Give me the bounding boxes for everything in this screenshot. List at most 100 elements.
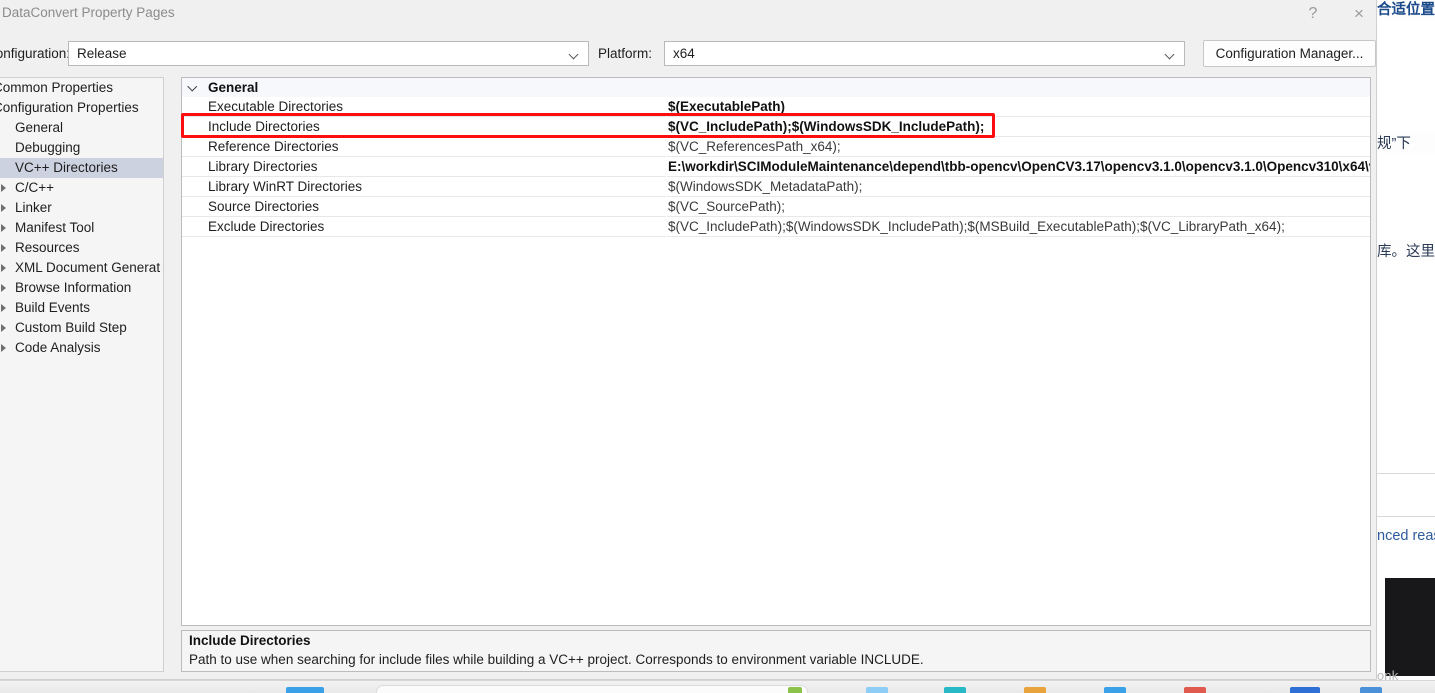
taskbar-icon-app-8[interactable] xyxy=(1360,687,1382,693)
grid-row-value[interactable]: $(VC_SourcePath); xyxy=(668,197,1370,216)
background-dark-block xyxy=(1385,578,1435,676)
tree-item-label: General xyxy=(15,118,63,138)
background-divider xyxy=(1377,516,1435,517)
grid-row[interactable]: Exclude Directories $(VC_IncludePath);$(W… xyxy=(182,217,1370,237)
tree-item-label: Custom Build Step xyxy=(15,318,127,338)
taskbar xyxy=(0,680,1435,693)
tree-item-label: Code Analysis xyxy=(15,338,101,358)
grid-row[interactable]: Source Directories $(VC_SourcePath); xyxy=(182,197,1370,217)
chevron-right-icon[interactable] xyxy=(1,284,6,292)
taskbar-icon-app-3[interactable] xyxy=(944,687,966,693)
tree-item-browse-information[interactable]: Browse Information xyxy=(0,278,163,298)
grid-category-label: General xyxy=(208,78,258,97)
grid-row[interactable]: Executable Directories $(ExecutablePath) xyxy=(182,97,1370,117)
tree-item-label: Linker xyxy=(15,198,52,218)
tree-item-manifest-tool[interactable]: Manifest Tool xyxy=(0,218,163,238)
grid-column-splitter[interactable] xyxy=(666,97,667,247)
tree-item-resources[interactable]: Resources xyxy=(0,238,163,258)
tree-item-configuration-properties[interactable]: Configuration Properties xyxy=(0,98,163,118)
tree-item-label: C/C++ xyxy=(15,178,54,198)
tree-item-linker[interactable]: Linker xyxy=(0,198,163,218)
grid-row-name: Exclude Directories xyxy=(208,217,324,236)
tree-item-label: Manifest Tool xyxy=(15,218,94,238)
close-icon[interactable]: × xyxy=(1337,0,1381,29)
tree-item-label: Resources xyxy=(15,238,80,258)
grid-category-general[interactable]: General xyxy=(182,78,1370,97)
configuration-label: Configuration: xyxy=(0,46,70,61)
platform-dropdown[interactable]: x64 xyxy=(664,41,1185,66)
chevron-right-icon[interactable] xyxy=(1,204,6,212)
configuration-bar: Configuration: Release Platform: x64 Con… xyxy=(0,35,1376,71)
grid-row-name: Executable Directories xyxy=(208,97,343,116)
grid-row-value[interactable]: $(VC_IncludePath);$(WindowsSDK_IncludePa… xyxy=(668,117,1370,136)
taskbar-search-box[interactable] xyxy=(376,685,808,693)
platform-label: Platform: xyxy=(598,46,652,61)
grid-row[interactable]: Library WinRT Directories $(WindowsSDK_Me… xyxy=(182,177,1370,197)
tree-item-code-analysis[interactable]: Code Analysis xyxy=(0,338,163,358)
description-title: Include Directories xyxy=(189,633,311,648)
background-text-line: 规”下 xyxy=(1377,132,1435,153)
chevron-right-icon[interactable] xyxy=(1,324,6,332)
tree-item-label: VC++ Directories xyxy=(15,158,118,178)
chevron-down-icon xyxy=(570,51,579,60)
property-pages-dialog: DataConvert Property Pages ? × Configura… xyxy=(0,0,1377,680)
tree-item-build-events[interactable]: Build Events xyxy=(0,298,163,318)
background-text-line: nced reaso xyxy=(1377,528,1435,544)
background-text-line: 合适位置 xyxy=(1377,0,1435,19)
chevron-right-icon[interactable] xyxy=(1,244,6,252)
tree-item-label: XML Document Generat xyxy=(15,258,160,278)
chevron-right-icon[interactable] xyxy=(1,264,6,272)
taskbar-icon-app-6[interactable] xyxy=(1184,687,1206,693)
taskbar-icon-app-1[interactable] xyxy=(788,687,802,693)
description-text: Path to use when searching for include f… xyxy=(189,652,924,667)
grid-row-value[interactable]: $(VC_ReferencesPath_x64); xyxy=(668,137,1370,156)
taskbar-icon-app-2[interactable] xyxy=(866,687,888,693)
tree-item-custom-build-step[interactable]: Custom Build Step xyxy=(0,318,163,338)
chevron-right-icon[interactable] xyxy=(1,344,6,352)
chevron-down-icon[interactable] xyxy=(188,83,197,92)
tree-item-debugging[interactable]: Debugging xyxy=(0,138,163,158)
chevron-right-icon[interactable] xyxy=(1,184,6,192)
property-tree[interactable]: Common PropertiesConfiguration Propertie… xyxy=(0,77,164,672)
grid-row-name: Library WinRT Directories xyxy=(208,177,362,196)
grid-row[interactable]: Library Directories E:\workdir\SCIModuleM… xyxy=(182,157,1370,177)
taskbar-icon-explorer[interactable] xyxy=(286,687,324,693)
tree-item-label: Browse Information xyxy=(15,278,131,298)
grid-row-name: Reference Directories xyxy=(208,137,339,156)
property-grid[interactable]: General Executable Directories $(Executab… xyxy=(181,77,1371,626)
grid-row-name: Library Directories xyxy=(208,157,318,176)
background-divider xyxy=(1377,473,1435,474)
description-pane: Include Directories Path to use when sea… xyxy=(181,630,1371,672)
grid-row-value[interactable]: $(WindowsSDK_MetadataPath); xyxy=(668,177,1370,196)
grid-row[interactable]: Include Directories $(VC_IncludePath);$(W… xyxy=(182,117,1370,137)
grid-row[interactable]: Reference Directories $(VC_ReferencesPath… xyxy=(182,137,1370,157)
grid-row-value[interactable]: E:\workdir\SCIModuleMaintenance\depend\t… xyxy=(668,157,1370,176)
taskbar-icon-app-5[interactable] xyxy=(1104,687,1126,693)
tree-item-general[interactable]: General xyxy=(0,118,163,138)
configuration-value: Release xyxy=(77,46,127,61)
grid-row-name: Source Directories xyxy=(208,197,319,216)
tree-item-xml-document-generat[interactable]: XML Document Generat xyxy=(0,258,163,278)
dialog-title: DataConvert Property Pages xyxy=(2,5,175,20)
dialog-title-bar: DataConvert Property Pages ? × xyxy=(0,0,1376,31)
configuration-dropdown[interactable]: Release xyxy=(68,41,589,66)
chevron-down-icon xyxy=(1166,51,1175,60)
help-icon[interactable]: ? xyxy=(1291,0,1335,29)
tree-item-label: Configuration Properties xyxy=(0,98,139,118)
taskbar-icon-app-7[interactable] xyxy=(1290,687,1320,693)
grid-rows: Executable Directories$(ExecutablePath)I… xyxy=(182,97,1370,237)
tree-item-label: Debugging xyxy=(15,138,80,158)
grid-row-value[interactable]: $(ExecutablePath) xyxy=(668,97,1370,116)
configuration-manager-button[interactable]: Configuration Manager... xyxy=(1203,40,1376,67)
tree-item-vc-directories[interactable]: VC++ Directories xyxy=(0,158,163,178)
tree-item-label: Build Events xyxy=(15,298,90,318)
grid-row-value[interactable]: $(VC_IncludePath);$(WindowsSDK_IncludePa… xyxy=(668,217,1370,236)
taskbar-icon-app-4[interactable] xyxy=(1024,687,1046,693)
chevron-right-icon[interactable] xyxy=(1,224,6,232)
tree-item-label: Common Properties xyxy=(0,78,113,98)
tree-item-common-properties[interactable]: Common Properties xyxy=(0,78,163,98)
chevron-right-icon[interactable] xyxy=(1,304,6,312)
platform-value: x64 xyxy=(673,46,695,61)
grid-row-name: Include Directories xyxy=(208,117,320,136)
tree-item-c-c[interactable]: C/C++ xyxy=(0,178,163,198)
